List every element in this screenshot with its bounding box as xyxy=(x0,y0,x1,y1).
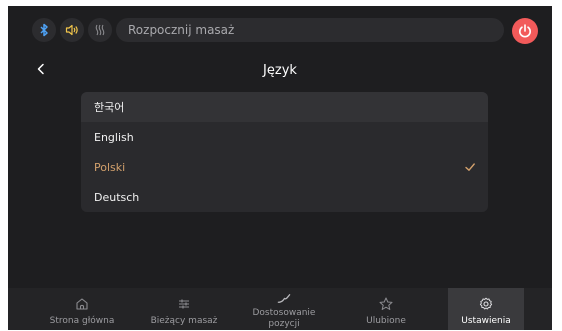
language-option-korean[interactable]: 한국어 xyxy=(81,92,488,122)
start-massage-label: Rozpocznij masaż xyxy=(128,23,235,37)
language-label: Polski xyxy=(94,160,126,174)
language-label: Deutsch xyxy=(94,190,140,204)
heat-button[interactable] xyxy=(88,18,112,42)
nav-current-massage[interactable]: Bieżący masaż xyxy=(138,288,230,330)
language-label: English xyxy=(94,130,134,144)
language-label: 한국어 xyxy=(94,101,125,114)
page-title: Język xyxy=(263,63,297,78)
nav-settings[interactable]: Ustawienia xyxy=(448,288,524,330)
start-massage-button[interactable]: Rozpocznij masaż xyxy=(116,18,504,42)
checkmark-icon xyxy=(465,163,475,171)
home-icon xyxy=(76,298,88,310)
status-bar: Rozpocznij masaż xyxy=(8,6,552,53)
language-option-german[interactable]: Deutsch xyxy=(81,182,488,212)
nav-label: Bieżący masaż xyxy=(150,316,218,326)
volume-icon xyxy=(65,24,78,36)
bottom-navigation: Strona główna Bieżący masaż Dostosowanie… xyxy=(8,288,552,330)
nav-label: Strona główna xyxy=(49,316,115,326)
settings-screen: Rozpocznij masaż Język 한국어 English Polsk… xyxy=(8,6,552,330)
star-icon xyxy=(379,297,393,310)
language-option-english[interactable]: English xyxy=(81,122,488,152)
bluetooth-icon xyxy=(40,23,48,37)
nav-label: Dostosowanie pozycji xyxy=(252,308,316,329)
gear-icon xyxy=(479,297,493,310)
nav-position-adjustment[interactable]: Dostosowanie pozycji xyxy=(238,288,330,330)
nav-label: Ulubione xyxy=(366,316,406,326)
language-list: 한국어 English Polski Deutsch xyxy=(81,92,488,212)
sliders-icon xyxy=(179,299,189,309)
adjust-icon xyxy=(277,294,291,303)
nav-favorites[interactable]: Ulubione xyxy=(340,288,432,330)
nav-home[interactable]: Strona główna xyxy=(36,288,128,330)
power-button[interactable] xyxy=(512,18,538,44)
nav-label: Ustawienia xyxy=(461,316,511,326)
power-icon xyxy=(519,24,531,38)
heat-icon xyxy=(95,24,105,36)
language-option-polish[interactable]: Polski xyxy=(81,152,488,182)
volume-button[interactable] xyxy=(60,18,84,42)
bluetooth-button[interactable] xyxy=(32,18,56,42)
